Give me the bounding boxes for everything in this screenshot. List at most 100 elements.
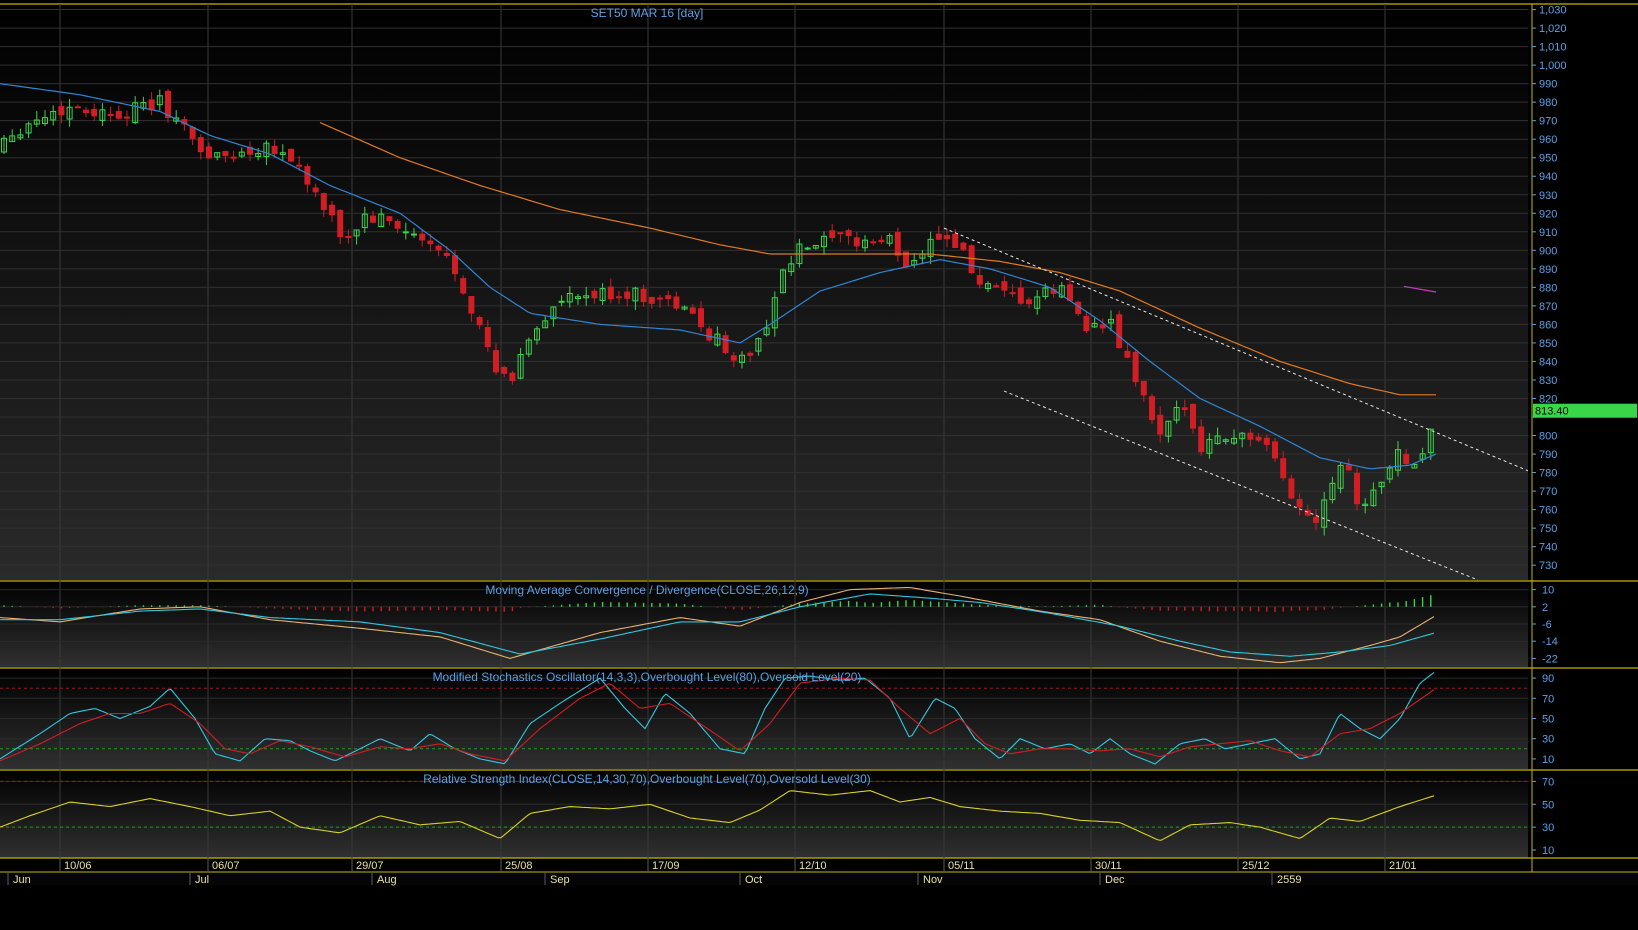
candle-body (476, 317, 483, 326)
month-tick-label: Jul (195, 874, 209, 886)
candle-body (501, 367, 508, 374)
price-tick-label: 930 (1539, 190, 1557, 202)
candle-body (607, 286, 614, 300)
candle-body (870, 241, 877, 244)
candle-body (853, 237, 860, 247)
candle-body (345, 235, 352, 238)
candle-body (394, 220, 401, 229)
candle-body (468, 296, 475, 314)
candle-body (296, 164, 303, 167)
candle-body (124, 116, 130, 119)
sub-tick-label: 30 (1542, 822, 1554, 834)
candle-body (452, 255, 458, 275)
candle-body (960, 242, 967, 250)
price-tick-label: 830 (1539, 375, 1557, 387)
candle-body (1263, 437, 1270, 445)
candle-body (935, 233, 942, 240)
candle-body (107, 113, 114, 117)
price-candle (1272, 438, 1278, 462)
price-tick-label: 910 (1539, 227, 1557, 239)
price-tick-label: 870 (1539, 301, 1557, 313)
price-candle (460, 275, 467, 295)
candle-body (993, 285, 1000, 288)
candle-body (1132, 351, 1139, 383)
sub-tick-label: -22 (1542, 653, 1558, 665)
sub-tick-label: 2 (1542, 602, 1548, 614)
candle-body (460, 278, 467, 294)
price-candle (165, 89, 171, 123)
price-tick-label: 940 (1539, 171, 1557, 183)
candle-body (320, 193, 327, 211)
price-tick-label: 970 (1539, 116, 1557, 128)
price-tick-label: 740 (1539, 542, 1557, 554)
candle-body (427, 240, 434, 245)
candle-body (894, 232, 901, 256)
candle-body (976, 275, 983, 285)
candle-body (222, 151, 229, 156)
month-tick-label: 2559 (1277, 874, 1301, 886)
candle-body (1345, 464, 1352, 471)
candle-body (1083, 315, 1090, 331)
candle-body (1296, 499, 1303, 508)
candle-body (58, 106, 65, 116)
month-strip (0, 872, 1638, 885)
price-chart-title: SET50 MAR 16 [day] (591, 6, 704, 20)
price-tick-label: 1,030 (1539, 5, 1567, 17)
price-candle (288, 148, 294, 163)
candle-body (829, 230, 836, 238)
candle-body (1026, 299, 1032, 305)
price-candle (1132, 350, 1139, 387)
indicator-title: Relative Strength Index(CLOSE,14,30,70),… (423, 772, 871, 786)
price-tick-label: 750 (1539, 523, 1557, 535)
candle-body (665, 295, 672, 299)
candle-body (484, 327, 491, 348)
candle-body (706, 328, 713, 341)
candle-body (1067, 284, 1073, 301)
candle-body (591, 290, 598, 299)
candle-body (1149, 396, 1155, 421)
price-tick-label: 890 (1539, 264, 1557, 276)
candle-body (165, 90, 171, 118)
price-tick-label: 770 (1539, 486, 1557, 498)
sub-tick-label: 50 (1542, 799, 1554, 811)
candle-body (189, 126, 196, 139)
candle-body (74, 106, 81, 109)
date-tick-label: 30/11 (1095, 860, 1122, 872)
price-tick-label: 920 (1539, 208, 1557, 220)
candle-body (878, 239, 885, 243)
price-tick-label: 1,010 (1539, 42, 1567, 54)
candle-body (804, 247, 811, 250)
candle-body (337, 209, 344, 238)
candle-body (689, 307, 696, 314)
sub-tick-label: -14 (1542, 636, 1558, 648)
candle-body (230, 156, 237, 159)
month-tick-label: Jun (13, 874, 31, 886)
candle-body (1280, 458, 1287, 479)
candle-body (648, 296, 655, 304)
indicator-title: Modified Stochastics Oscillator(14,3,3),… (433, 670, 862, 684)
candle-body (1124, 350, 1131, 358)
date-tick-label: 21/01 (1389, 860, 1417, 872)
candle-body (722, 335, 729, 354)
candle-body (206, 146, 212, 159)
price-candle (1149, 393, 1155, 425)
month-tick-label: Dec (1105, 874, 1125, 886)
candle-body (304, 166, 311, 185)
candle-body (411, 233, 417, 236)
price-tick-label: 1,000 (1539, 60, 1567, 72)
month-tick-label: Aug (377, 874, 397, 886)
price-tick-label: 760 (1539, 505, 1557, 517)
date-tick-label: 25/08 (505, 860, 533, 872)
candle-body (419, 233, 426, 241)
candle-body (657, 297, 663, 300)
candle-body (1403, 453, 1410, 465)
candle-body (370, 215, 376, 223)
candle-body (624, 291, 631, 299)
price-candle (1075, 300, 1082, 317)
candle-body (91, 108, 98, 117)
candle-body (1001, 281, 1008, 291)
date-tick-label: 12/10 (799, 860, 827, 872)
candle-body (402, 231, 409, 234)
sub-tick-label: 70 (1542, 693, 1554, 705)
last-price-label: 813.40 (1535, 406, 1569, 418)
